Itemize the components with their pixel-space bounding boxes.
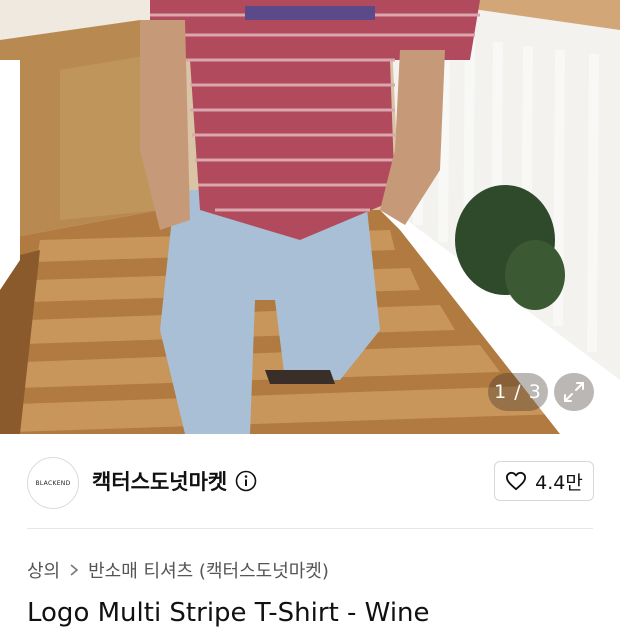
expand-arrows-icon [564,382,584,402]
shop-name-link[interactable]: 캑터스도넛마켓 [92,466,257,496]
shop-logo-text: BLACKEND [35,479,71,487]
chevron-right-icon [70,564,79,576]
divider [27,528,593,529]
breadcrumb-category[interactable]: 상의 [27,557,60,583]
like-count: 4.4만 [535,471,583,494]
expand-button[interactable] [554,373,594,411]
breadcrumb: 상의 반소매 티셔츠 (캑터스도넛마켓) [27,557,329,583]
shop-name: 캑터스도넛마켓 [92,470,228,494]
image-counter: 1 / 3 [488,373,548,411]
heart-outline-icon [506,471,527,491]
shop-logo[interactable]: BLACKEND [27,457,79,509]
like-button[interactable]: 4.4만 [494,461,594,501]
product-title: Logo Multi Stripe T-Shirt - Wine [27,598,430,628]
product-image[interactable]: 1 / 3 [0,0,620,434]
shop-header: BLACKEND 캑터스도넛마켓 4.4만 [0,434,620,530]
breadcrumb-subcategory[interactable]: 반소매 티셔츠 (캑터스도넛마켓) [88,557,329,583]
info-icon[interactable] [235,470,257,492]
